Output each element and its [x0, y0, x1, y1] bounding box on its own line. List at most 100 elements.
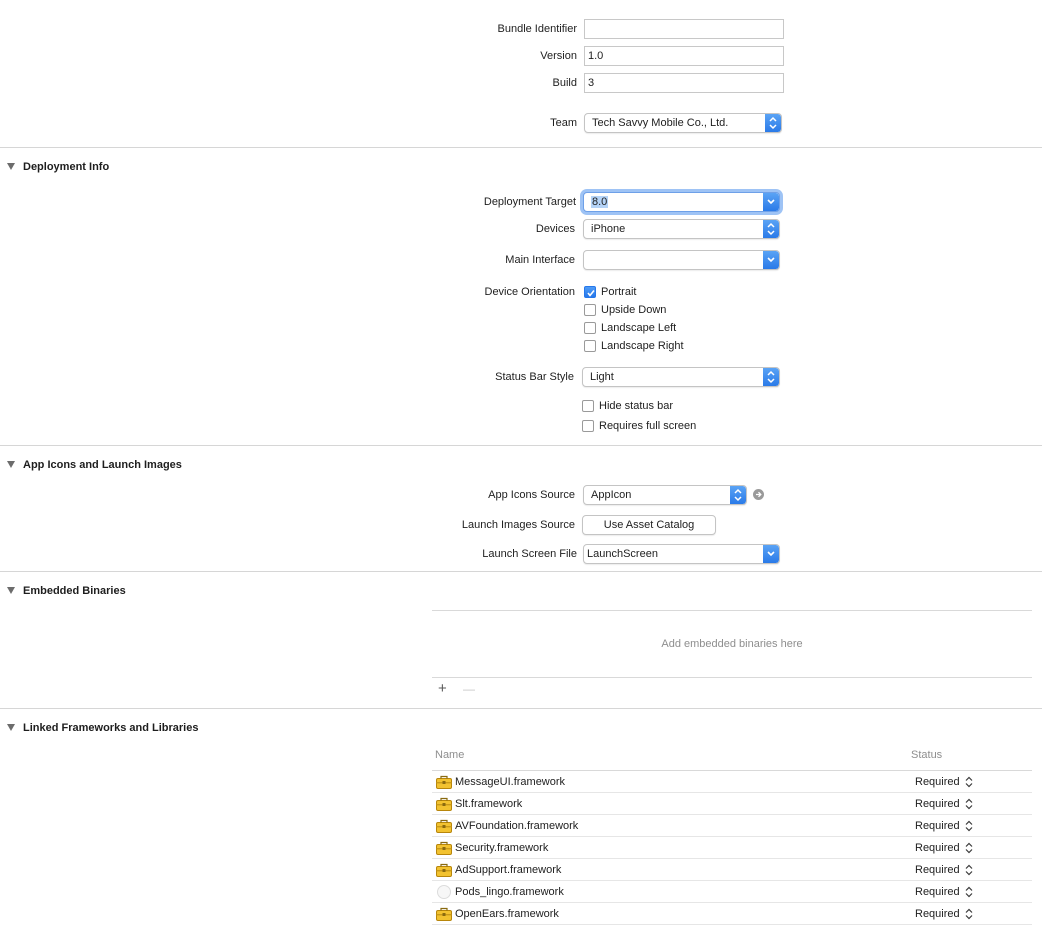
linked-frameworks-header[interactable]: Linked Frameworks and Libraries — [0, 720, 300, 736]
landscape-right-label: Landscape Right — [601, 340, 684, 352]
embedded-binaries-placeholder: Add embedded binaries here — [661, 638, 803, 650]
toolbox-icon — [436, 819, 452, 833]
table-row[interactable]: OpenEars.framework Required — [432, 903, 1032, 925]
chevron-down-icon[interactable] — [763, 193, 779, 211]
table-bottom-border — [432, 677, 1032, 678]
team-popup[interactable]: Tech Savvy Mobile Co., Ltd. — [584, 113, 782, 133]
framework-status-popup[interactable]: Required — [915, 885, 960, 899]
updown-chevron-icon[interactable] — [965, 820, 973, 832]
framework-status-popup[interactable]: Required — [915, 841, 960, 855]
team-label: Team — [550, 117, 577, 129]
framework-status-popup[interactable]: Required — [915, 863, 960, 877]
bundle-identifier-field[interactable] — [584, 19, 784, 39]
launch-screen-file-label: Launch Screen File — [482, 548, 577, 560]
hide-status-bar-label: Hide status bar — [599, 400, 673, 412]
framework-name: MessageUI.framework — [455, 776, 566, 788]
section-divider — [0, 147, 1042, 148]
column-header-status[interactable]: Status — [911, 748, 942, 762]
toolbox-icon — [436, 775, 452, 789]
devices-value: iPhone — [591, 223, 626, 235]
table-row[interactable]: Security.framework Required — [432, 837, 1032, 859]
table-row[interactable]: MessageUI.framework Required — [432, 771, 1032, 793]
table-row[interactable]: Slt.framework Required — [432, 793, 1032, 815]
section-title: Embedded Binaries — [23, 585, 126, 597]
hide-status-bar-checkbox[interactable] — [582, 400, 594, 412]
remove-binary-button[interactable]: — — [463, 681, 475, 697]
disclosure-triangle-icon[interactable] — [7, 587, 15, 594]
device-orientation-label: Device Orientation — [484, 286, 576, 298]
section-title: Deployment Info — [23, 161, 110, 173]
app-icons-source-label: App Icons Source — [488, 489, 575, 501]
toolbox-icon — [436, 863, 452, 877]
section-title: App Icons and Launch Images — [23, 459, 182, 471]
framework-status-popup[interactable]: Required — [915, 819, 960, 833]
version-label: Version — [540, 50, 577, 62]
updown-chevron-icon[interactable] — [965, 842, 973, 854]
blank-file-icon — [436, 885, 452, 899]
go-arrow-icon[interactable] — [753, 489, 764, 500]
toolbox-icon — [436, 841, 452, 855]
section-divider — [0, 445, 1042, 446]
framework-name: AdSupport.framework — [455, 864, 562, 876]
table-row[interactable]: Pods_lingo.framework Required — [432, 881, 1032, 903]
requires-full-screen-checkbox[interactable] — [582, 420, 594, 432]
section-title: Linked Frameworks and Libraries — [23, 722, 199, 734]
app-icons-source-popup[interactable]: AppIcon — [583, 485, 747, 505]
section-divider — [0, 571, 1042, 572]
toolbox-icon — [436, 907, 452, 921]
launch-screen-file-value: LaunchScreen — [587, 548, 658, 560]
updown-chevron-icon — [730, 486, 746, 504]
framework-status-popup[interactable]: Required — [915, 797, 960, 811]
section-divider — [0, 708, 1042, 709]
requires-full-screen-label: Requires full screen — [599, 420, 697, 432]
main-interface-label: Main Interface — [505, 254, 575, 266]
framework-name: Security.framework — [455, 842, 549, 854]
status-bar-style-label: Status Bar Style — [495, 371, 574, 383]
status-bar-style-popup[interactable]: Light — [582, 367, 780, 387]
framework-name: Pods_lingo.framework — [455, 886, 564, 898]
portrait-checkbox[interactable] — [584, 286, 596, 298]
chevron-down-icon[interactable] — [763, 545, 779, 563]
devices-label: Devices — [535, 223, 575, 235]
portrait-label: Portrait — [601, 286, 637, 298]
devices-popup[interactable]: iPhone — [583, 219, 780, 239]
disclosure-triangle-icon[interactable] — [7, 461, 15, 468]
launch-screen-file-combo[interactable]: LaunchScreen — [583, 544, 780, 564]
toolbox-icon — [436, 797, 452, 811]
updown-chevron-icon — [763, 368, 779, 386]
app-icons-header[interactable]: App Icons and Launch Images — [0, 457, 300, 473]
deployment-target-combo[interactable]: 8.0 — [583, 192, 780, 212]
use-asset-catalog-button[interactable]: Use Asset Catalog — [582, 515, 716, 535]
status-bar-style-value: Light — [590, 371, 614, 383]
framework-name: OpenEars.framework — [455, 908, 559, 920]
framework-status-popup[interactable]: Required — [915, 907, 960, 921]
deployment-info-header[interactable]: Deployment Info — [0, 159, 300, 175]
framework-name: AVFoundation.framework — [455, 820, 579, 832]
build-field[interactable]: 3 — [584, 73, 784, 93]
updown-chevron-icon[interactable] — [965, 776, 973, 788]
main-interface-combo[interactable] — [583, 250, 780, 270]
updown-chevron-icon[interactable] — [965, 798, 973, 810]
landscape-left-checkbox[interactable] — [584, 322, 596, 334]
table-row[interactable]: AdSupport.framework Required — [432, 859, 1032, 881]
disclosure-triangle-icon[interactable] — [7, 163, 15, 170]
landscape-right-checkbox[interactable] — [584, 340, 596, 352]
chevron-down-icon[interactable] — [763, 251, 779, 269]
upside-down-label: Upside Down — [601, 304, 667, 316]
team-popup-value: Tech Savvy Mobile Co., Ltd. — [592, 117, 729, 129]
updown-chevron-icon[interactable] — [965, 886, 973, 898]
updown-chevron-icon — [763, 220, 779, 238]
updown-chevron-icon[interactable] — [965, 864, 973, 876]
disclosure-triangle-icon[interactable] — [7, 724, 15, 731]
version-field[interactable]: 1.0 — [584, 46, 784, 66]
embedded-binaries-header[interactable]: Embedded Binaries — [0, 583, 300, 599]
framework-name: Slt.framework — [455, 798, 523, 810]
app-icons-source-value: AppIcon — [591, 489, 632, 501]
table-row[interactable]: AVFoundation.framework Required — [432, 815, 1032, 837]
add-binary-button[interactable]: + — [438, 681, 447, 697]
column-header-name[interactable]: Name — [435, 748, 464, 762]
updown-chevron-icon[interactable] — [965, 908, 973, 920]
table-top-border — [432, 610, 1032, 611]
upside-down-checkbox[interactable] — [584, 304, 596, 316]
framework-status-popup[interactable]: Required — [915, 775, 960, 789]
